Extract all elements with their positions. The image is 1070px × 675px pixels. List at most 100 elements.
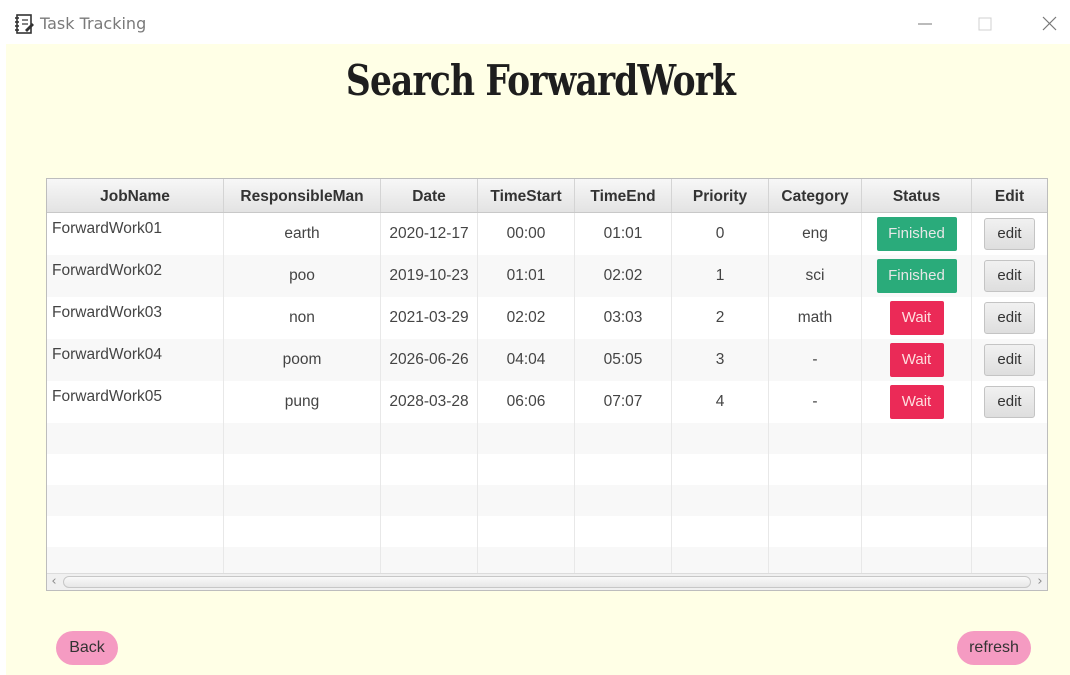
cell-edit: edit [972, 255, 1047, 297]
back-button[interactable]: Back [56, 631, 118, 665]
cell-timeend: 03:03 [575, 297, 672, 339]
table-header: JobName ResponsibleMan Date TimeStart Ti… [47, 179, 1047, 213]
status-badge: Wait [889, 385, 944, 419]
edit-button[interactable]: edit [984, 344, 1035, 376]
empty-row [47, 485, 1047, 516]
empty-cell [381, 485, 478, 516]
empty-cell [672, 454, 769, 485]
empty-cell [224, 516, 381, 547]
table-row[interactable]: ForwardWork01 earth 2020-12-17 00:00 01:… [47, 213, 1047, 255]
minimize-icon[interactable] [912, 10, 938, 36]
cell-date: 2028-03-28 [381, 381, 478, 423]
edit-button[interactable]: edit [984, 302, 1035, 334]
empty-cell [862, 516, 972, 547]
cell-timestart: 01:01 [478, 255, 575, 297]
cell-status: Wait [862, 381, 972, 423]
edit-button[interactable]: edit [984, 218, 1035, 250]
cell-responsibleman: non [224, 297, 381, 339]
cell-edit: edit [972, 297, 1047, 339]
scroll-right-icon[interactable]: › [1033, 574, 1047, 590]
empty-cell [47, 485, 224, 516]
cell-status: Finished [862, 255, 972, 297]
cell-responsibleman: pung [224, 381, 381, 423]
status-badge: Wait [889, 301, 944, 335]
cell-responsibleman: poo [224, 255, 381, 297]
cell-timestart: 06:06 [478, 381, 575, 423]
empty-cell [47, 516, 224, 547]
close-icon[interactable] [1036, 10, 1062, 36]
empty-cell [672, 423, 769, 454]
notebook-icon [15, 14, 34, 34]
empty-cell [47, 454, 224, 485]
empty-cell [478, 516, 575, 547]
cell-timestart: 04:04 [478, 339, 575, 381]
cell-category: - [769, 381, 862, 423]
cell-date: 2020-12-17 [381, 213, 478, 255]
table-row[interactable]: ForwardWork02 poo 2019-10-23 01:01 02:02… [47, 255, 1047, 297]
column-header-timeend[interactable]: TimeEnd [575, 179, 672, 212]
table-row[interactable]: ForwardWork04 poom 2026-06-26 04:04 05:0… [47, 339, 1047, 381]
cell-timeend: 07:07 [575, 381, 672, 423]
empty-row [47, 454, 1047, 485]
column-header-edit[interactable]: Edit [972, 179, 1047, 212]
empty-cell [224, 485, 381, 516]
empty-cell [478, 423, 575, 454]
window-title: Task Tracking [40, 14, 147, 33]
horizontal-scrollbar[interactable]: ‹ › [47, 573, 1047, 590]
cell-timeend: 05:05 [575, 339, 672, 381]
work-table: JobName ResponsibleMan Date TimeStart Ti… [46, 178, 1048, 591]
scrollbar-thumb[interactable] [63, 576, 1031, 588]
status-badge: Wait [889, 343, 944, 377]
empty-cell [862, 423, 972, 454]
cell-category: math [769, 297, 862, 339]
maximize-icon[interactable] [972, 10, 998, 36]
empty-cell [862, 485, 972, 516]
cell-timestart: 00:00 [478, 213, 575, 255]
cell-date: 2019-10-23 [381, 255, 478, 297]
empty-cell [769, 485, 862, 516]
empty-cell [224, 454, 381, 485]
empty-cell [478, 485, 575, 516]
refresh-button[interactable]: refresh [957, 631, 1031, 665]
empty-row [47, 516, 1047, 547]
cell-category: - [769, 339, 862, 381]
table-row[interactable]: ForwardWork05 pung 2028-03-28 06:06 07:0… [47, 381, 1047, 423]
empty-cell [769, 454, 862, 485]
cell-date: 2026-06-26 [381, 339, 478, 381]
cell-jobname: ForwardWork02 [47, 255, 224, 297]
empty-cell [381, 516, 478, 547]
column-header-status[interactable]: Status [862, 179, 972, 212]
empty-cell [672, 516, 769, 547]
scroll-left-icon[interactable]: ‹ [47, 574, 61, 590]
cell-category: eng [769, 213, 862, 255]
column-header-date[interactable]: Date [381, 179, 478, 212]
empty-cell [381, 423, 478, 454]
empty-cell [224, 423, 381, 454]
cell-jobname: ForwardWork04 [47, 339, 224, 381]
cell-timeend: 02:02 [575, 255, 672, 297]
cell-jobname: ForwardWork05 [47, 381, 224, 423]
empty-cell [575, 454, 672, 485]
column-header-timestart[interactable]: TimeStart [478, 179, 575, 212]
table-row[interactable]: ForwardWork03 non 2021-03-29 02:02 03:03… [47, 297, 1047, 339]
empty-row [47, 423, 1047, 454]
column-header-jobname[interactable]: JobName [47, 179, 224, 212]
column-header-category[interactable]: Category [769, 179, 862, 212]
cell-category: sci [769, 255, 862, 297]
cell-status: Wait [862, 297, 972, 339]
cell-status: Finished [862, 213, 972, 255]
cell-jobname: ForwardWork01 [47, 213, 224, 255]
cell-priority: 4 [672, 381, 769, 423]
empty-cell [862, 454, 972, 485]
column-header-priority[interactable]: Priority [672, 179, 769, 212]
edit-button[interactable]: edit [984, 260, 1035, 292]
cell-priority: 1 [672, 255, 769, 297]
empty-cell [47, 423, 224, 454]
empty-cell [769, 516, 862, 547]
empty-cell [478, 454, 575, 485]
edit-button[interactable]: edit [984, 386, 1035, 418]
cell-edit: edit [972, 381, 1047, 423]
cell-date: 2021-03-29 [381, 297, 478, 339]
column-header-responsibleman[interactable]: ResponsibleMan [224, 179, 381, 212]
page-title: Search ForwardWork [345, 56, 736, 105]
